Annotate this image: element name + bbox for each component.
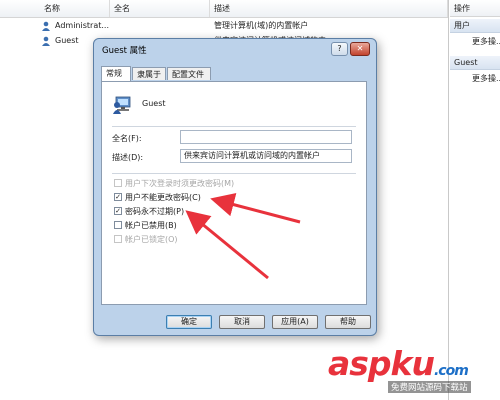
option-label: 用户不能更改密码(C) <box>125 193 201 202</box>
list-row[interactable]: Administrat... 管理计算机(域)的内置帐户 <box>0 19 448 33</box>
list-row-description: 管理计算机(域)的内置帐户 <box>214 21 309 30</box>
general-panel: Guest 全名(F): 描述(D): 供来宾访问计算机或访问域的内置帐户 用户… <box>101 81 367 305</box>
actions-more-link[interactable]: 更多操... <box>472 72 500 86</box>
divider <box>112 173 356 174</box>
option-label: 密码永不过期(P) <box>125 207 185 216</box>
cancel-button[interactable]: 取消 <box>219 315 265 329</box>
guest-properties-dialog: Guest 属性 ? ✕ 常规 隶属于 配置文件 Guest 全名(F): 描述… <box>93 38 377 336</box>
option-password-never-expires[interactable]: ✓ 密码永不过期(P) <box>114 206 184 218</box>
close-icon[interactable]: ✕ <box>350 42 370 56</box>
checkbox-cannot-change-password[interactable]: ✓ <box>114 192 122 201</box>
account-name: Guest <box>142 99 166 108</box>
user-icon <box>42 36 50 46</box>
option-account-locked[interactable]: 帐户已锁定(O) <box>114 234 178 246</box>
watermark: aspku.com 免费网站源码下载站 <box>328 344 500 400</box>
user-account-icon <box>113 96 131 114</box>
actions-section-header: 用户 <box>450 19 500 33</box>
option-label: 用户下次登录时须更改密码(M) <box>125 179 235 188</box>
actions-more-link[interactable]: 更多操... <box>472 35 500 49</box>
column-header-description[interactable]: 描述 <box>210 0 448 17</box>
dialog-title: Guest 属性 <box>102 46 147 56</box>
description-field[interactable]: 供来宾访问计算机或访问域的内置帐户 <box>180 149 352 163</box>
option-cannot-change-password[interactable]: ✓ 用户不能更改密码(C) <box>114 192 201 204</box>
list-row-name: Administrat... <box>55 21 109 30</box>
divider <box>112 126 356 127</box>
column-header-fullname[interactable]: 全名 <box>110 0 210 17</box>
tab-profile[interactable]: 配置文件 <box>167 67 211 80</box>
checkbox-account-locked[interactable] <box>114 234 122 243</box>
checkbox-password-never-expires[interactable]: ✓ <box>114 206 122 215</box>
option-label: 帐户已锁定(O) <box>125 235 178 244</box>
fullname-label: 全名(F): <box>112 134 142 143</box>
tab-member-of[interactable]: 隶属于 <box>132 67 166 80</box>
actions-title: 操作 <box>450 0 500 17</box>
fullname-field[interactable] <box>180 130 352 144</box>
help-icon[interactable]: ? <box>331 42 348 56</box>
checkbox-must-change-password[interactable] <box>114 178 122 187</box>
user-icon <box>42 21 50 31</box>
checkbox-account-disabled[interactable] <box>114 220 122 229</box>
actions-section-header: Guest <box>450 56 500 70</box>
actions-pane: 操作 用户 更多操... Guest 更多操... <box>450 0 500 400</box>
description-label: 描述(D): <box>112 153 144 162</box>
apply-button[interactable]: 应用(A) <box>272 315 318 329</box>
help-button[interactable]: 帮助 <box>325 315 371 329</box>
list-row-name: Guest <box>55 36 79 45</box>
tab-general[interactable]: 常规 <box>101 66 131 81</box>
watermark-tagline: 免费网站源码下载站 <box>388 381 471 393</box>
list-header: 名称 全名 描述 <box>0 0 448 18</box>
ok-button[interactable]: 确定 <box>166 315 212 329</box>
option-label: 帐户已禁用(B) <box>125 221 177 230</box>
dialog-titlebar[interactable]: Guest 属性 ? ✕ <box>94 39 376 61</box>
column-header-name[interactable]: 名称 <box>40 0 110 17</box>
option-account-disabled[interactable]: 帐户已禁用(B) <box>114 220 177 232</box>
option-must-change-password[interactable]: 用户下次登录时须更改密码(M) <box>114 178 234 190</box>
watermark-logo: aspku.com <box>328 344 469 383</box>
